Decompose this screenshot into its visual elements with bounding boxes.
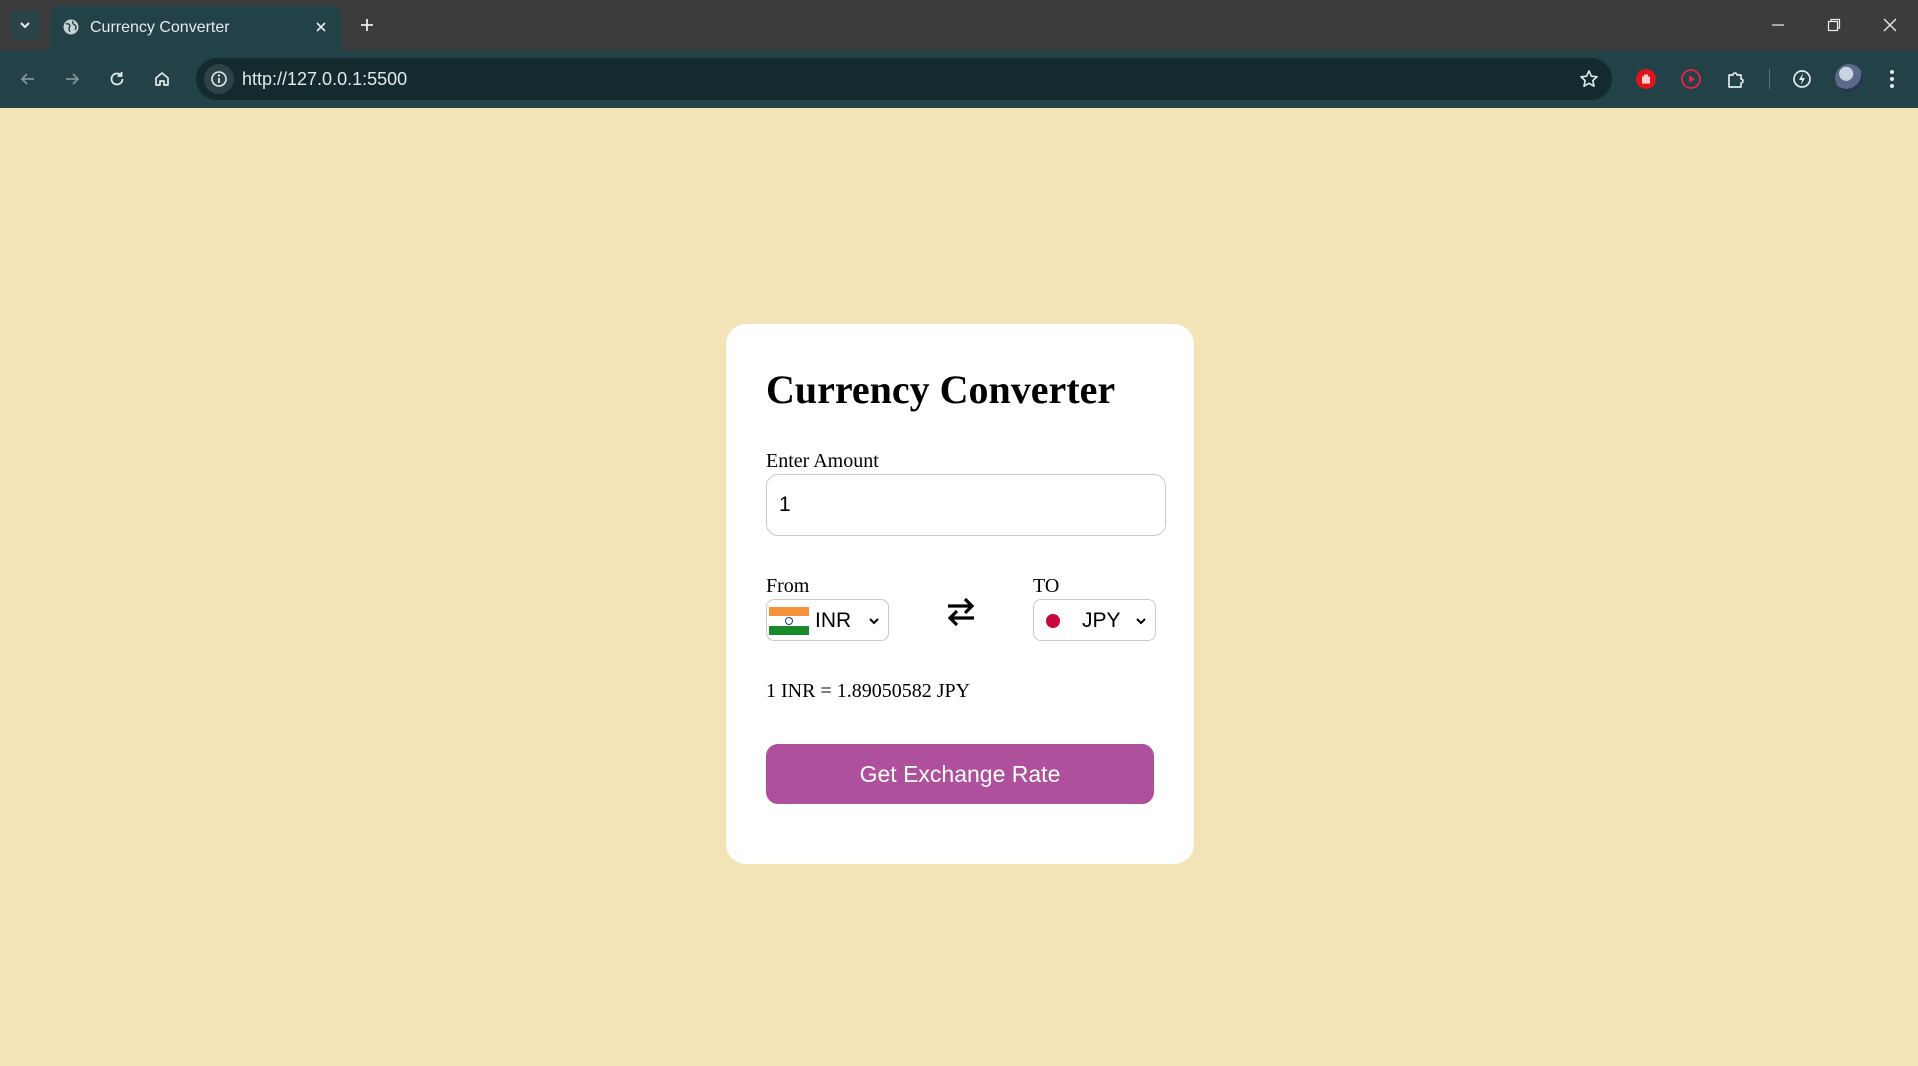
tab-title: Currency Converter <box>90 19 230 36</box>
puzzle-icon <box>1728 72 1744 88</box>
kebab-menu-icon <box>1890 70 1894 88</box>
play-extension-icon <box>1681 69 1701 89</box>
info-icon <box>211 71 227 87</box>
gauge-icon <box>1793 70 1811 88</box>
to-currency-select[interactable]: JPY <box>1033 599 1156 641</box>
extensions-button[interactable] <box>1720 63 1752 95</box>
extension-button-1[interactable] <box>1630 63 1662 95</box>
from-label: From <box>766 575 810 597</box>
converter-card: Currency Converter Enter Amount From INR… <box>726 324 1194 864</box>
reload-icon <box>110 72 124 86</box>
to-currency-value: JPY <box>1082 609 1121 632</box>
reload-button[interactable] <box>101 63 133 95</box>
page-title: Currency Converter <box>766 367 1116 412</box>
restore-icon <box>1827 18 1841 32</box>
restore-button[interactable] <box>1816 8 1852 42</box>
hand-extension-icon <box>1636 69 1656 89</box>
exchange-result: 1 INR = 1.89050582 JPY <box>766 680 971 702</box>
minimize-icon <box>1772 24 1784 26</box>
close-window-button[interactable] <box>1872 8 1908 42</box>
india-flag-icon <box>769 607 809 635</box>
arrow-left-icon <box>20 73 34 85</box>
from-currency-select[interactable]: INR <box>766 599 889 641</box>
arrow-right-icon <box>66 73 80 85</box>
close-icon <box>1883 18 1897 32</box>
site-info-button[interactable] <box>204 64 234 94</box>
japan-flag-icon <box>1046 614 1060 628</box>
from-currency-value: INR <box>815 609 852 632</box>
chevron-down-icon <box>869 618 879 625</box>
close-icon <box>316 22 326 32</box>
get-exchange-rate-button[interactable]: Get Exchange Rate <box>766 744 1154 804</box>
toolbar-separator <box>1769 69 1770 89</box>
home-icon <box>155 72 169 86</box>
active-tab[interactable]: Currency Converter <box>50 6 342 50</box>
browser-tab-bar: Currency Converter <box>0 0 1918 50</box>
extension-button-2[interactable] <box>1675 63 1707 95</box>
chevron-down-icon <box>20 22 30 29</box>
chevron-down-icon <box>1136 618 1146 625</box>
profile-avatar[interactable] <box>1835 64 1863 92</box>
forward-button[interactable] <box>56 63 88 95</box>
new-tab-button[interactable] <box>352 10 382 40</box>
browser-menu-button[interactable] <box>1876 63 1908 95</box>
amount-input[interactable] <box>766 474 1166 536</box>
home-button[interactable] <box>146 63 178 95</box>
tab-list-button[interactable] <box>10 10 40 40</box>
tab-close-button[interactable] <box>310 16 332 38</box>
minimize-button[interactable] <box>1760 8 1796 42</box>
address-bar[interactable]: http://127.0.0.1:5500 <box>196 58 1612 100</box>
globe-icon <box>63 19 79 35</box>
performance-button[interactable] <box>1786 63 1818 95</box>
to-label: TO <box>1033 575 1060 597</box>
browser-toolbar: http://127.0.0.1:5500 <box>0 50 1918 108</box>
bookmark-button[interactable] <box>1574 64 1604 94</box>
plus-icon <box>361 19 373 31</box>
swap-arrows-icon[interactable] <box>944 593 978 631</box>
url-text: http://127.0.0.1:5500 <box>242 69 408 89</box>
back-button[interactable] <box>12 63 44 95</box>
star-icon <box>1580 70 1598 87</box>
amount-label: Enter Amount <box>766 450 879 472</box>
